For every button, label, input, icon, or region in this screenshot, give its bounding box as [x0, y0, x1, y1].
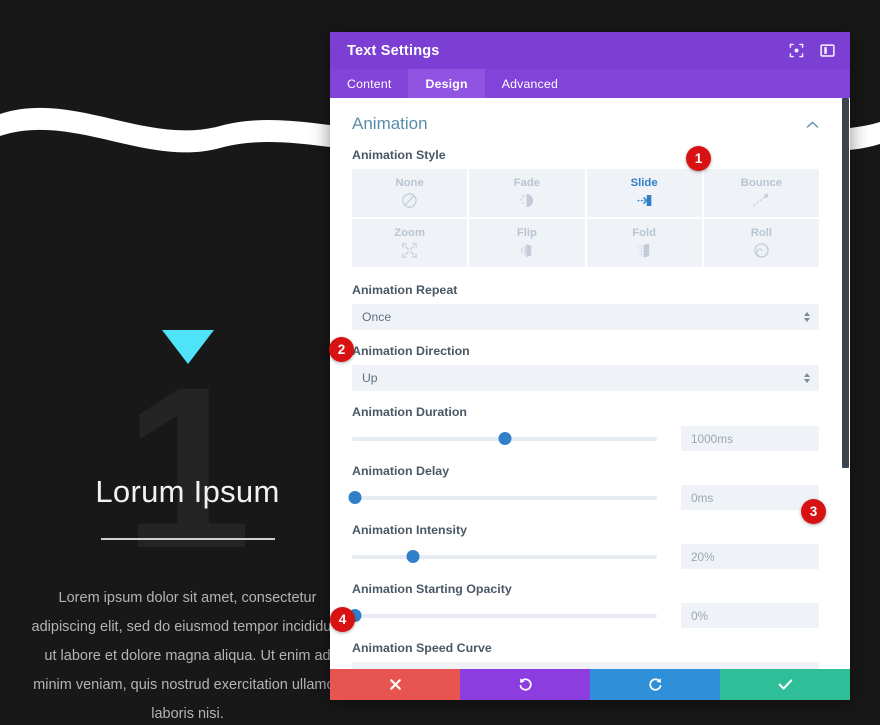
section-title: Animation — [352, 114, 428, 133]
bounce-dot-icon — [751, 192, 771, 210]
annotation-badge-1: 1 — [686, 146, 711, 171]
hero-divider — [100, 538, 275, 540]
anim-option-label: Slide — [630, 176, 658, 189]
modal-scroll-area: Animation Animation Style None Fade Slid… — [330, 98, 850, 669]
anim-option-slide[interactable]: Slide — [586, 169, 702, 217]
undo-icon — [518, 677, 533, 692]
modal-body: Animation Animation Style None Fade Slid… — [330, 98, 841, 669]
animation-opacity-slider[interactable] — [348, 607, 657, 625]
no-entry-icon — [401, 192, 418, 210]
animation-repeat-value: Once — [362, 310, 392, 324]
animation-opacity-label: Animation Starting Opacity — [352, 582, 512, 596]
animation-direction-value: Up — [362, 371, 378, 385]
animation-intensity-row: Animation Intensity 20% — [352, 523, 819, 569]
animation-direction-select[interactable]: Up — [352, 365, 819, 391]
text-settings-modal: Text Settings Content Design Advanced An… — [330, 32, 850, 700]
anim-option-label: Bounce — [740, 176, 783, 189]
anim-option-zoom[interactable]: Zoom — [352, 219, 468, 267]
flip-page-icon — [518, 242, 535, 260]
save-button[interactable] — [720, 669, 850, 700]
slider-track — [352, 495, 657, 500]
animation-duration-label: Animation Duration — [352, 405, 467, 419]
undo-button[interactable] — [460, 669, 590, 700]
scrollbar-thumb[interactable] — [842, 98, 849, 468]
tab-design[interactable]: Design — [408, 69, 485, 98]
anim-option-bounce[interactable]: Bounce — [703, 169, 819, 217]
watermark-number: 1 — [123, 339, 252, 596]
slider-handle[interactable] — [498, 432, 511, 445]
annotation-badge-4: 4 — [330, 607, 355, 632]
animation-delay-label: Animation Delay — [352, 464, 450, 478]
animation-duration-row: Animation Duration 1000ms — [352, 405, 819, 451]
anim-option-none[interactable]: None — [352, 169, 468, 217]
panel-layout-icon[interactable] — [819, 42, 836, 59]
anim-option-label: Flip — [516, 226, 537, 239]
animation-delay-value[interactable]: 0ms — [681, 485, 819, 510]
animation-intensity-value[interactable]: 20% — [681, 544, 819, 569]
slide-arrow-icon — [633, 192, 655, 210]
modal-header-actions — [788, 42, 836, 59]
discard-button[interactable] — [330, 669, 460, 700]
animation-repeat-select[interactable]: Once — [352, 304, 819, 330]
hero-body-text: Lorem ipsum dolor sit amet, consectetur … — [31, 590, 344, 722]
animation-opacity-row: Animation Starting Opacity 0% — [348, 582, 819, 628]
anim-option-label: None — [395, 176, 424, 189]
animation-direction-label: Animation Direction — [352, 344, 470, 358]
animation-delay-slider[interactable] — [348, 489, 657, 507]
anim-option-label: Fade — [513, 176, 541, 189]
fade-circle-icon — [518, 192, 535, 210]
redo-icon — [648, 677, 663, 692]
hero-block: 1 Lorum Ipsum Lorem ipsum dolor sit amet… — [0, 330, 375, 725]
animation-speed-value: Ease-In-Out — [362, 668, 428, 669]
tab-content[interactable]: Content — [330, 69, 408, 98]
chevron-up-icon[interactable] — [806, 118, 819, 131]
fold-book-icon — [635, 242, 653, 260]
annotation-badge-2: 2 — [329, 337, 354, 362]
animation-section-header[interactable]: Animation — [352, 114, 819, 148]
tab-advanced[interactable]: Advanced — [485, 69, 575, 98]
animation-speed-select[interactable]: Ease-In-Out — [352, 662, 819, 669]
annotation-badge-3: 3 — [801, 499, 826, 524]
animation-intensity-slider[interactable] — [352, 548, 657, 566]
modal-header: Text Settings — [330, 32, 850, 69]
anim-option-fold[interactable]: Fold — [586, 219, 702, 267]
animation-style-label: Animation Style — [352, 148, 446, 162]
animation-repeat-label: Animation Repeat — [352, 283, 458, 297]
anim-option-roll[interactable]: Roll — [703, 219, 819, 267]
focus-icon[interactable] — [788, 42, 805, 59]
animation-duration-value[interactable]: 1000ms — [681, 426, 819, 451]
modal-title: Text Settings — [347, 42, 440, 59]
animation-duration-slider[interactable] — [352, 430, 657, 448]
check-icon — [778, 678, 793, 691]
anim-option-label: Roll — [750, 226, 773, 239]
redo-button[interactable] — [590, 669, 720, 700]
animation-intensity-label: Animation Intensity — [352, 523, 467, 537]
slider-handle[interactable] — [406, 550, 420, 563]
hero-title: Lorum Ipsum — [95, 474, 280, 509]
triangle-down-icon — [161, 330, 214, 364]
animation-delay-row: Animation Delay 0ms — [348, 464, 819, 510]
slider-track — [352, 554, 657, 559]
modal-tabs: Content Design Advanced — [330, 69, 850, 98]
slider-track — [352, 613, 657, 618]
slider-handle[interactable] — [348, 491, 362, 504]
animation-opacity-value[interactable]: 0% — [681, 603, 819, 628]
anim-option-label: Fold — [632, 226, 657, 239]
expand-arrows-icon — [401, 242, 418, 260]
animation-speed-label: Animation Speed Curve — [352, 641, 492, 655]
close-icon — [389, 678, 402, 691]
select-arrows-icon — [804, 312, 810, 322]
animation-style-grid: None Fade Slide Bounce Zoom Flip Fold Ro… — [352, 169, 819, 267]
anim-option-flip[interactable]: Flip — [469, 219, 585, 267]
modal-scrollbar[interactable] — [841, 98, 850, 669]
anim-option-label: Zoom — [394, 226, 425, 239]
select-arrows-icon — [804, 373, 810, 383]
modal-footer — [330, 669, 850, 700]
spiral-roll-icon — [753, 242, 770, 260]
anim-option-fade[interactable]: Fade — [469, 169, 585, 217]
